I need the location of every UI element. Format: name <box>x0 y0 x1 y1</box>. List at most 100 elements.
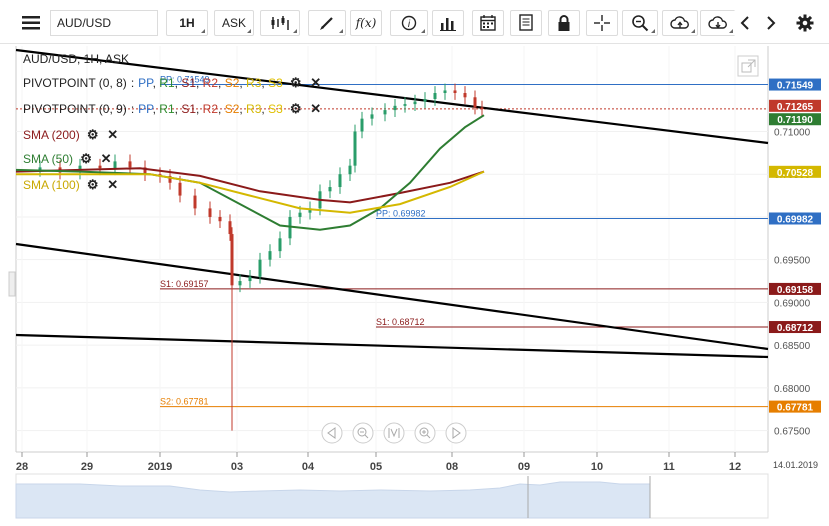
close-icon[interactable]: ✕ <box>309 76 323 90</box>
cloud-download-button[interactable] <box>700 10 736 36</box>
y-tick-label: 0.67500 <box>774 427 811 438</box>
zoom-icon <box>632 15 649 32</box>
toolbar: AUD/USD 1H ASK f(x) i <box>0 0 829 44</box>
document-button[interactable] <box>510 10 542 36</box>
zoom-out-icon[interactable] <box>352 422 374 444</box>
gear-icon[interactable]: ⚙ <box>79 152 93 166</box>
level-s3: S3 <box>268 102 283 116</box>
candle-body <box>208 208 212 217</box>
crosshair-icon <box>594 15 610 31</box>
level-r2: R2 <box>202 102 219 116</box>
candle-body <box>480 107 484 110</box>
level-s3: S3 <box>268 76 283 90</box>
gear-icon <box>796 14 814 32</box>
cloud-upload-icon <box>670 16 689 29</box>
sma200-label: SMA (200) <box>23 128 80 142</box>
nav-left-icon[interactable] <box>321 422 343 444</box>
candle-body <box>353 131 357 166</box>
pen-icon <box>320 17 333 30</box>
sma100-legend: SMA (100) ⚙ ✕ <box>23 178 120 193</box>
nav-right-icon[interactable] <box>445 422 467 444</box>
gear-icon[interactable]: ⚙ <box>86 128 100 142</box>
y-tick-label: 0.68000 <box>774 384 811 395</box>
candle-body <box>298 212 302 217</box>
reset-icon[interactable] <box>383 422 405 444</box>
x-tick-label: 12 <box>729 461 741 473</box>
level-r3: R3 <box>246 102 262 116</box>
calendar-button[interactable] <box>472 10 504 36</box>
pivot-levels: PP, R1, S1, R2, S2, R3, S3 <box>138 76 283 90</box>
candle-body <box>393 105 397 111</box>
candle-body <box>370 114 374 119</box>
maximize-icon[interactable] <box>737 55 759 77</box>
price-badge-label: 0.69158 <box>777 285 814 296</box>
zoom-button[interactable] <box>622 10 658 36</box>
x-tick-label: 08 <box>446 461 458 473</box>
close-icon[interactable]: ✕ <box>99 152 113 166</box>
chart-title-text: AUD/USD, 1H, ASK <box>23 52 130 66</box>
indicators-button[interactable] <box>432 10 464 36</box>
cloud-upload-button[interactable] <box>662 10 698 36</box>
level-s2: S2 <box>224 76 240 90</box>
candle-body <box>338 174 342 188</box>
close-icon[interactable]: ✕ <box>106 128 120 142</box>
candle-body <box>228 221 232 235</box>
close-icon[interactable]: ✕ <box>309 102 323 116</box>
candle-body <box>413 101 417 105</box>
price-badge-label: 0.71265 <box>777 102 814 113</box>
x-tick-label: 09 <box>518 461 530 473</box>
info-icon: i <box>401 15 417 31</box>
candle-body <box>348 165 352 175</box>
lock-button[interactable] <box>548 10 580 36</box>
price-badge-label: 0.68712 <box>777 323 814 334</box>
lock-icon <box>558 15 570 31</box>
x-end-label: 14.01.2019 <box>773 460 818 470</box>
scroll-right-button[interactable] <box>760 10 782 36</box>
pivot-level-label: S1: 0.69157 <box>160 279 209 289</box>
level-pp: PP <box>138 102 153 116</box>
candle-body <box>193 195 197 209</box>
chevron-right-icon <box>767 16 776 30</box>
menu-button[interactable] <box>14 10 48 36</box>
function-button[interactable]: f(x) <box>350 10 382 36</box>
candle-body <box>258 259 262 277</box>
settings-button[interactable] <box>792 10 818 36</box>
scroll-left-button[interactable] <box>734 10 756 36</box>
gear-icon[interactable]: ⚙ <box>289 102 303 116</box>
price-side-button[interactable]: ASK <box>214 10 254 36</box>
document-icon <box>519 14 533 31</box>
pivot-legend-1-label: PIVOTPOINT (0, 8) <box>23 76 127 90</box>
candle-body <box>128 161 132 168</box>
zoom-in-icon[interactable] <box>414 422 436 444</box>
gear-icon[interactable]: ⚙ <box>86 178 100 192</box>
candle-body <box>463 93 467 98</box>
candlestick-icon <box>271 16 289 30</box>
price-badge-label: 0.71549 <box>777 81 814 92</box>
candle-body <box>218 216 222 222</box>
crosshair-button[interactable] <box>586 10 618 36</box>
sma200-legend: SMA (200) ⚙ ✕ <box>23 128 120 143</box>
x-tick-label: 03 <box>231 461 243 473</box>
chevron-left-icon <box>740 16 749 30</box>
level-r2: R2 <box>202 76 219 90</box>
chart-type-button[interactable] <box>260 10 300 36</box>
candle-body <box>178 182 182 196</box>
chart-area[interactable]: PP: 0.71549 PP: 0.69982 S1: 0.69157 S1: 0.6… <box>0 44 829 523</box>
price-side-label: ASK <box>221 16 246 30</box>
candle-body <box>268 251 272 260</box>
pivot-level-label: S2: 0.67781 <box>160 397 209 407</box>
x-tick-label: 11 <box>663 461 675 473</box>
info-button[interactable]: i <box>390 10 428 36</box>
left-drag-handle[interactable] <box>8 271 16 297</box>
level-s1: S1 <box>181 102 196 116</box>
pivot-legend-2-sep: : <box>130 102 135 116</box>
x-tick-label: 10 <box>591 461 603 473</box>
symbol-input[interactable]: AUD/USD <box>50 10 158 36</box>
gear-icon[interactable]: ⚙ <box>289 76 303 90</box>
timeframe-button[interactable]: 1H <box>166 10 208 36</box>
sma50-legend: SMA (50) ⚙ ✕ <box>23 152 113 167</box>
candle-body <box>328 187 332 192</box>
sma50-label: SMA (50) <box>23 152 74 166</box>
draw-button[interactable] <box>308 10 346 36</box>
close-icon[interactable]: ✕ <box>106 178 120 192</box>
